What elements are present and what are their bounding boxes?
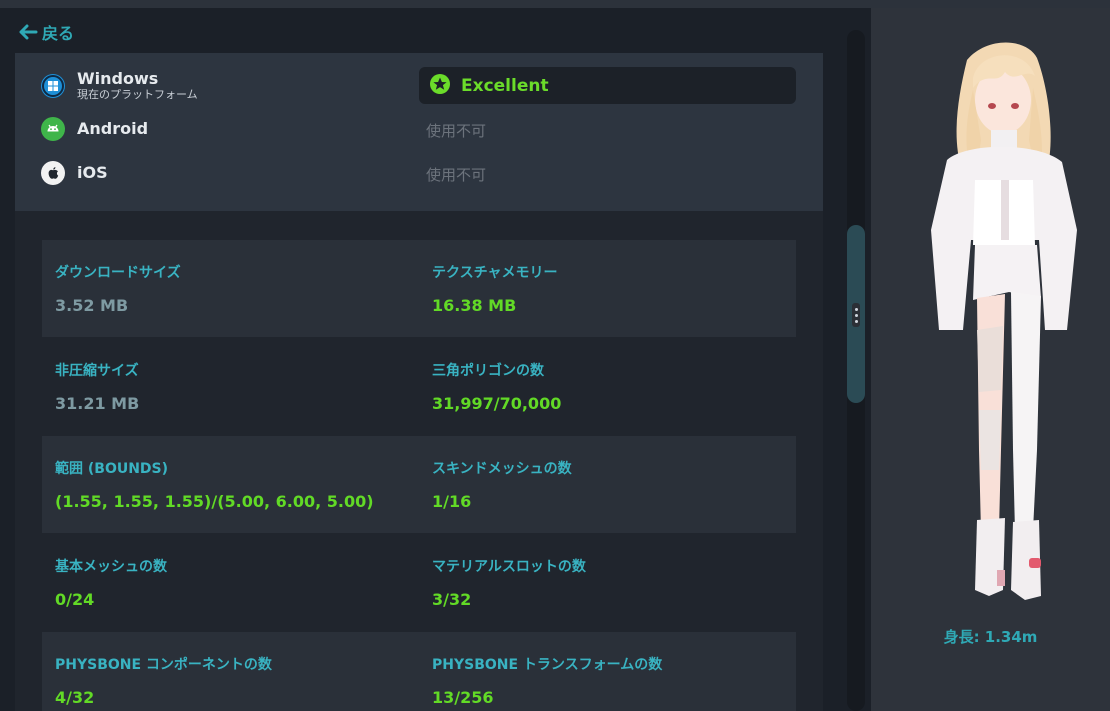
stat-material-slots: マテリアルスロットの数 3/32 [432,556,586,609]
stat-value: 31.21 MB [55,394,140,413]
stat-value: 1/16 [432,492,472,511]
current-platform-note: 現在のプラットフォーム [77,88,198,101]
stat-value: 16.38 MB [432,296,517,315]
platform-ios[interactable]: iOS [41,161,108,185]
ios-status: 使用不可 [426,166,487,184]
back-button[interactable]: 戻る [18,20,74,44]
top-bar [0,0,1110,8]
stat-skinned-meshes: スキンドメッシュの数 1/16 [432,458,572,511]
stats-row-1: ダウンロードサイズ 3.52 MB テクスチャメモリー 16.38 MB [42,240,796,337]
performance-panel: Windows 現在のプラットフォーム Excellent Android 使用… [15,53,823,711]
stat-uncompressed-size: 非圧縮サイズ 31.21 MB [55,360,139,413]
stats-row-3: 範囲 (BOUNDS) (1.55, 1.55, 1.55)/(5.00, 6.… [42,436,796,533]
apple-icon [41,161,65,185]
platform-name-android: Android [77,119,149,138]
stat-physbone-components: PHYSBONE コンポーネントの数 4/32 [55,654,272,707]
stats-row-2: 非圧縮サイズ 31.21 MB 三角ポリゴンの数 31,997/70,000 [42,338,796,435]
stat-label: PHYSBONE コンポーネントの数 [55,657,272,673]
stat-texture-memory: テクスチャメモリー 16.38 MB [432,262,557,315]
avatar-height: 身長: 1.34m [943,628,1038,646]
stat-value: 3/32 [432,590,472,609]
stat-label: 範囲 (BOUNDS) [55,461,169,477]
platform-windows[interactable]: Windows 現在のプラットフォーム [41,70,198,102]
performance-rating: Excellent [419,67,796,104]
stat-value: 31,997/70,000 [432,394,562,413]
stat-basic-meshes: 基本メッシュの数 0/24 [55,556,167,609]
stat-value: 13/256 [432,688,494,707]
stat-label: ダウンロードサイズ [55,265,181,281]
stat-download-size: ダウンロードサイズ 3.52 MB [55,262,181,315]
back-label: 戻る [42,24,75,43]
star-icon [429,73,451,99]
stat-value: 0/24 [55,590,95,609]
android-status: 使用不可 [426,122,487,140]
stat-value: (1.55, 1.55, 1.55)/(5.00, 6.00, 5.00) [55,492,374,511]
arrow-left-icon [18,24,38,40]
stats-row-4: 基本メッシュの数 0/24 マテリアルスロットの数 3/32 [42,534,796,631]
platform-name-windows: Windows [77,69,159,88]
stat-bounds: 範囲 (BOUNDS) (1.55, 1.55, 1.55)/(5.00, 6.… [55,458,374,511]
stat-triangles: 三角ポリゴンの数 31,997/70,000 [432,360,561,413]
stat-label: スキンドメッシュの数 [432,461,572,477]
stat-label: マテリアルスロットの数 [432,559,586,575]
stat-label: 非圧縮サイズ [55,363,139,379]
stat-value: 3.52 MB [55,296,129,315]
stat-label: テクスチャメモリー [432,265,558,281]
platform-name-ios: iOS [77,163,108,182]
avatar-preview-panel: 身長: 1.34m [871,8,1110,711]
stat-label: 三角ポリゴンの数 [432,363,544,379]
platform-android[interactable]: Android [41,117,148,141]
drag-handle-icon[interactable] [852,303,860,327]
platform-list: Windows 現在のプラットフォーム Excellent Android 使用… [15,53,823,211]
stat-physbone-transforms: PHYSBONE トランスフォームの数 13/256 [432,654,662,707]
android-icon [41,117,65,141]
avatar-preview [917,30,1093,610]
stat-label: PHYSBONE トランスフォームの数 [432,657,663,673]
rating-text: Excellent [461,75,549,96]
windows-icon [41,74,65,98]
stat-value: 4/32 [55,688,95,707]
stat-label: 基本メッシュの数 [55,559,167,575]
stats-row-5: PHYSBONE コンポーネントの数 4/32 PHYSBONE トランスフォー… [42,632,796,711]
